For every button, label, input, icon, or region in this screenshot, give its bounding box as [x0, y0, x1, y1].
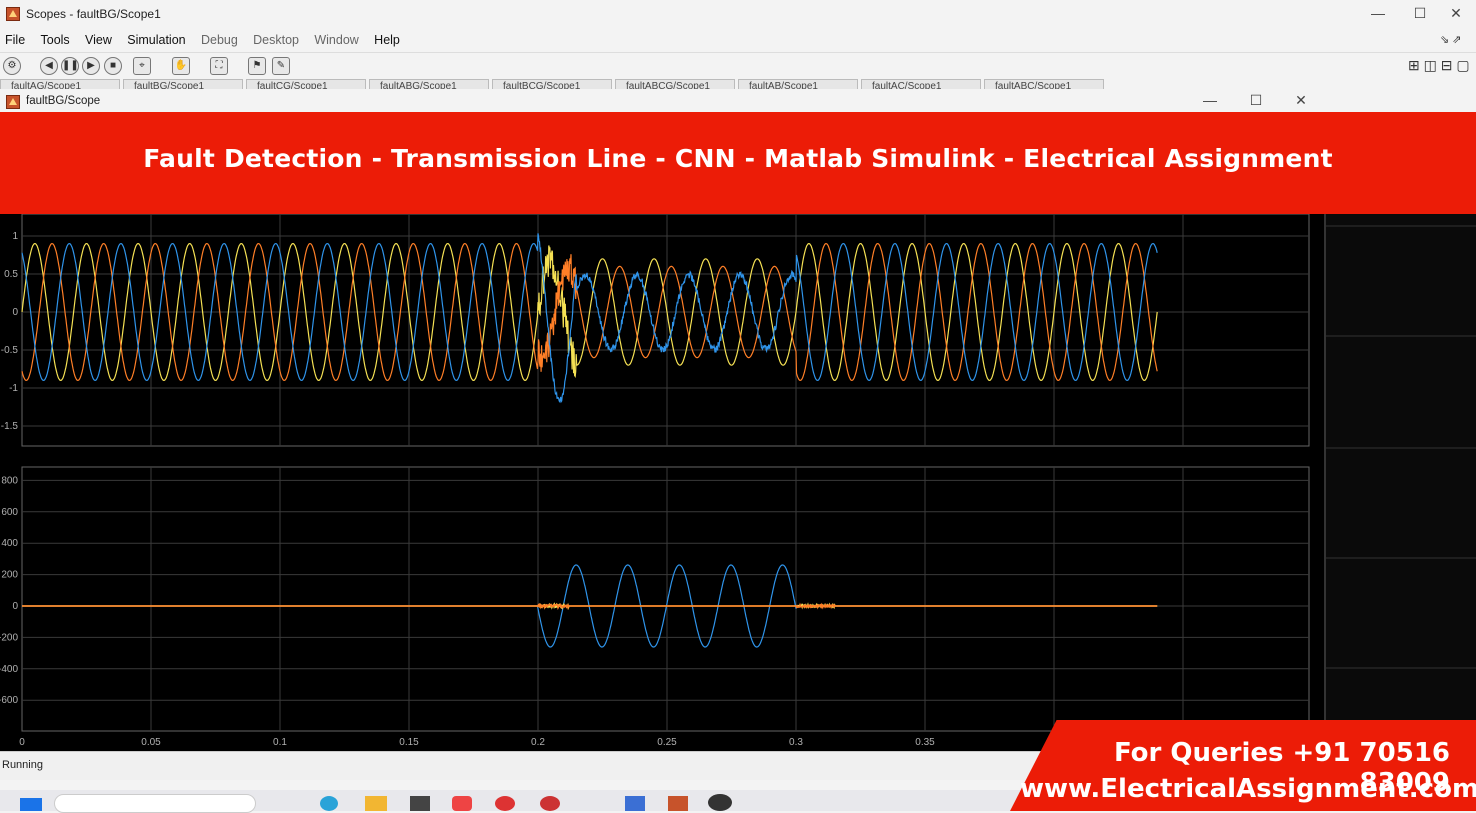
bottom-plot-frame — [22, 467, 1309, 731]
tab-scope[interactable]: faultCG/Scope1 — [246, 79, 366, 89]
scope-plot-area: 1 0.5 0 -0.5 -1 -1.5 800 600 400 200 0 -200 -400 -600… — [0, 214, 1324, 751]
app-icon[interactable] — [625, 796, 645, 811]
outer-title-bar: Scopes - faultBG/Scope1 — ☐ ✕ — [0, 0, 1476, 28]
menu-debug[interactable]: Debug — [201, 33, 238, 47]
step-forward-icon[interactable]: ▶ — [82, 57, 100, 75]
bottom-x-tick-label: 0.3 — [789, 737, 803, 748]
app-icon[interactable] — [410, 796, 430, 811]
minimize-button[interactable]: — — [1358, 5, 1398, 21]
matlab-icon[interactable] — [668, 796, 688, 811]
bottom-y-tick-label: -600 — [0, 695, 18, 706]
pan-hand-icon[interactable]: ✋ — [172, 57, 190, 75]
top-y-tick-label: -1 — [9, 383, 18, 394]
menu-help[interactable]: Help — [374, 33, 400, 47]
top-y-tick-label: -0.5 — [1, 345, 19, 356]
tab-scope[interactable]: faultABCG/Scope1 — [615, 79, 735, 89]
close-button[interactable]: ✕ — [1436, 5, 1476, 22]
windows-start-icon[interactable] — [20, 798, 42, 811]
menu-bar: File Tools View Simulation Debug Desktop… — [0, 30, 1476, 50]
menu-tools[interactable]: Tools — [41, 33, 70, 47]
chrome-icon[interactable] — [540, 796, 560, 811]
tab-scope[interactable]: faultAB/Scope1 — [738, 79, 858, 89]
pause-icon[interactable]: ❚❚ — [61, 57, 79, 75]
chrome-icon[interactable] — [495, 796, 515, 811]
tab-scope[interactable]: faultBG/Scope1 — [123, 79, 243, 89]
status-text: Running — [2, 759, 43, 771]
right-side-panel — [1324, 214, 1476, 751]
inner-close-button[interactable]: ✕ — [1281, 92, 1321, 109]
taskbar-search-box[interactable] — [54, 794, 256, 813]
maximize-button[interactable]: ☐ — [1400, 5, 1440, 22]
bottom-y-tick-label: 0 — [12, 601, 18, 612]
inner-maximize-button[interactable]: ☐ — [1236, 92, 1276, 109]
top-y-tick-label: 0.5 — [4, 269, 18, 280]
bottom-x-tick-label: 0.35 — [915, 737, 935, 748]
bottom-x-tick-label: 0.2 — [531, 737, 545, 748]
bottom-x-tick-label: 0.25 — [657, 737, 677, 748]
menu-window[interactable]: Window — [314, 33, 358, 47]
layout-icons[interactable]: ⊞ ◫ ⊟ ▢ — [1408, 57, 1470, 74]
settings-icon[interactable]: ⚙ — [3, 57, 21, 75]
tab-scope[interactable]: faultABG/Scope1 — [369, 79, 489, 89]
menu-desktop[interactable]: Desktop — [253, 33, 299, 47]
bottom-y-tick-label: 200 — [1, 570, 18, 581]
scope-tabs: faultAG/Scope1 faultBG/Scope1 faultCG/Scop… — [0, 79, 1120, 89]
top-y-tick-label: 1 — [12, 231, 18, 242]
contact-website: www.ElectricalAssignment.com — [1020, 774, 1450, 804]
menu-items: File Tools View Simulation Debug Desktop… — [5, 33, 412, 47]
triggers-icon[interactable]: ⚑ — [248, 57, 266, 75]
matlab-icon — [6, 7, 20, 21]
measure-icon[interactable]: ✎ — [272, 57, 290, 75]
app-icon[interactable] — [452, 796, 472, 811]
undock-icon[interactable]: ⇘ ⇗ — [1440, 33, 1462, 46]
top-y-tick-label: 0 — [12, 307, 18, 318]
bottom-y-tick-label: -200 — [0, 632, 18, 643]
banner-title: Fault Detection - Transmission Line - CN… — [0, 144, 1476, 173]
bottom-y-tick-label: 400 — [1, 538, 18, 549]
tab-scope[interactable]: faultBCG/Scope1 — [492, 79, 612, 89]
app-icon[interactable] — [708, 794, 732, 811]
outer-window-title: Scopes - faultBG/Scope1 — [26, 7, 161, 21]
browser-icon[interactable] — [320, 796, 338, 811]
bottom-y-tick-label: 800 — [1, 475, 18, 486]
menu-view[interactable]: View — [85, 33, 112, 47]
stop-icon[interactable]: ■ — [104, 57, 122, 75]
matlab-icon — [6, 95, 20, 109]
right-panel-grid — [1326, 214, 1476, 751]
menu-file[interactable]: File — [5, 33, 25, 47]
tab-scope[interactable]: faultAG/Scope1 — [0, 79, 120, 89]
bottom-x-tick-label: 0 — [19, 737, 25, 748]
top-y-tick-label: -1.5 — [1, 421, 19, 432]
inner-window-title: faultBG/Scope — [26, 95, 100, 107]
zoom-fit-icon[interactable]: ⛶ — [210, 57, 228, 75]
bottom-x-tick-label: 0.1 — [273, 737, 287, 748]
bottom-x-tick-label: 0.05 — [141, 737, 161, 748]
folder-icon[interactable] — [365, 796, 387, 811]
toolbar: ⚙ ◀ ❚❚ ▶ ■ ⌖ ✋ ⛶ ⚑ ✎ ⊞ ◫ ⊟ ▢ — [0, 52, 1476, 79]
menu-simulation[interactable]: Simulation — [127, 33, 185, 47]
inner-title-bar: faultBG/Scope — ☐ ✕ — [0, 90, 1324, 113]
scope-plots-svg: 1 0.5 0 -0.5 -1 -1.5 800 600 400 200 0 -200 -400 -600… — [0, 214, 1324, 751]
bottom-y-tick-label: 600 — [1, 507, 18, 518]
tab-scope[interactable]: faultABC/Scope1 — [984, 79, 1104, 89]
bottom-x-tick-label: 0.15 — [399, 737, 419, 748]
bottom-y-tick-label: -400 — [0, 664, 18, 675]
step-back-icon[interactable]: ◀ — [40, 57, 58, 75]
inner-minimize-button[interactable]: — — [1190, 92, 1230, 108]
highlight-block-icon[interactable]: ⌖ — [133, 57, 151, 75]
tab-scope[interactable]: faultAC/Scope1 — [861, 79, 981, 89]
